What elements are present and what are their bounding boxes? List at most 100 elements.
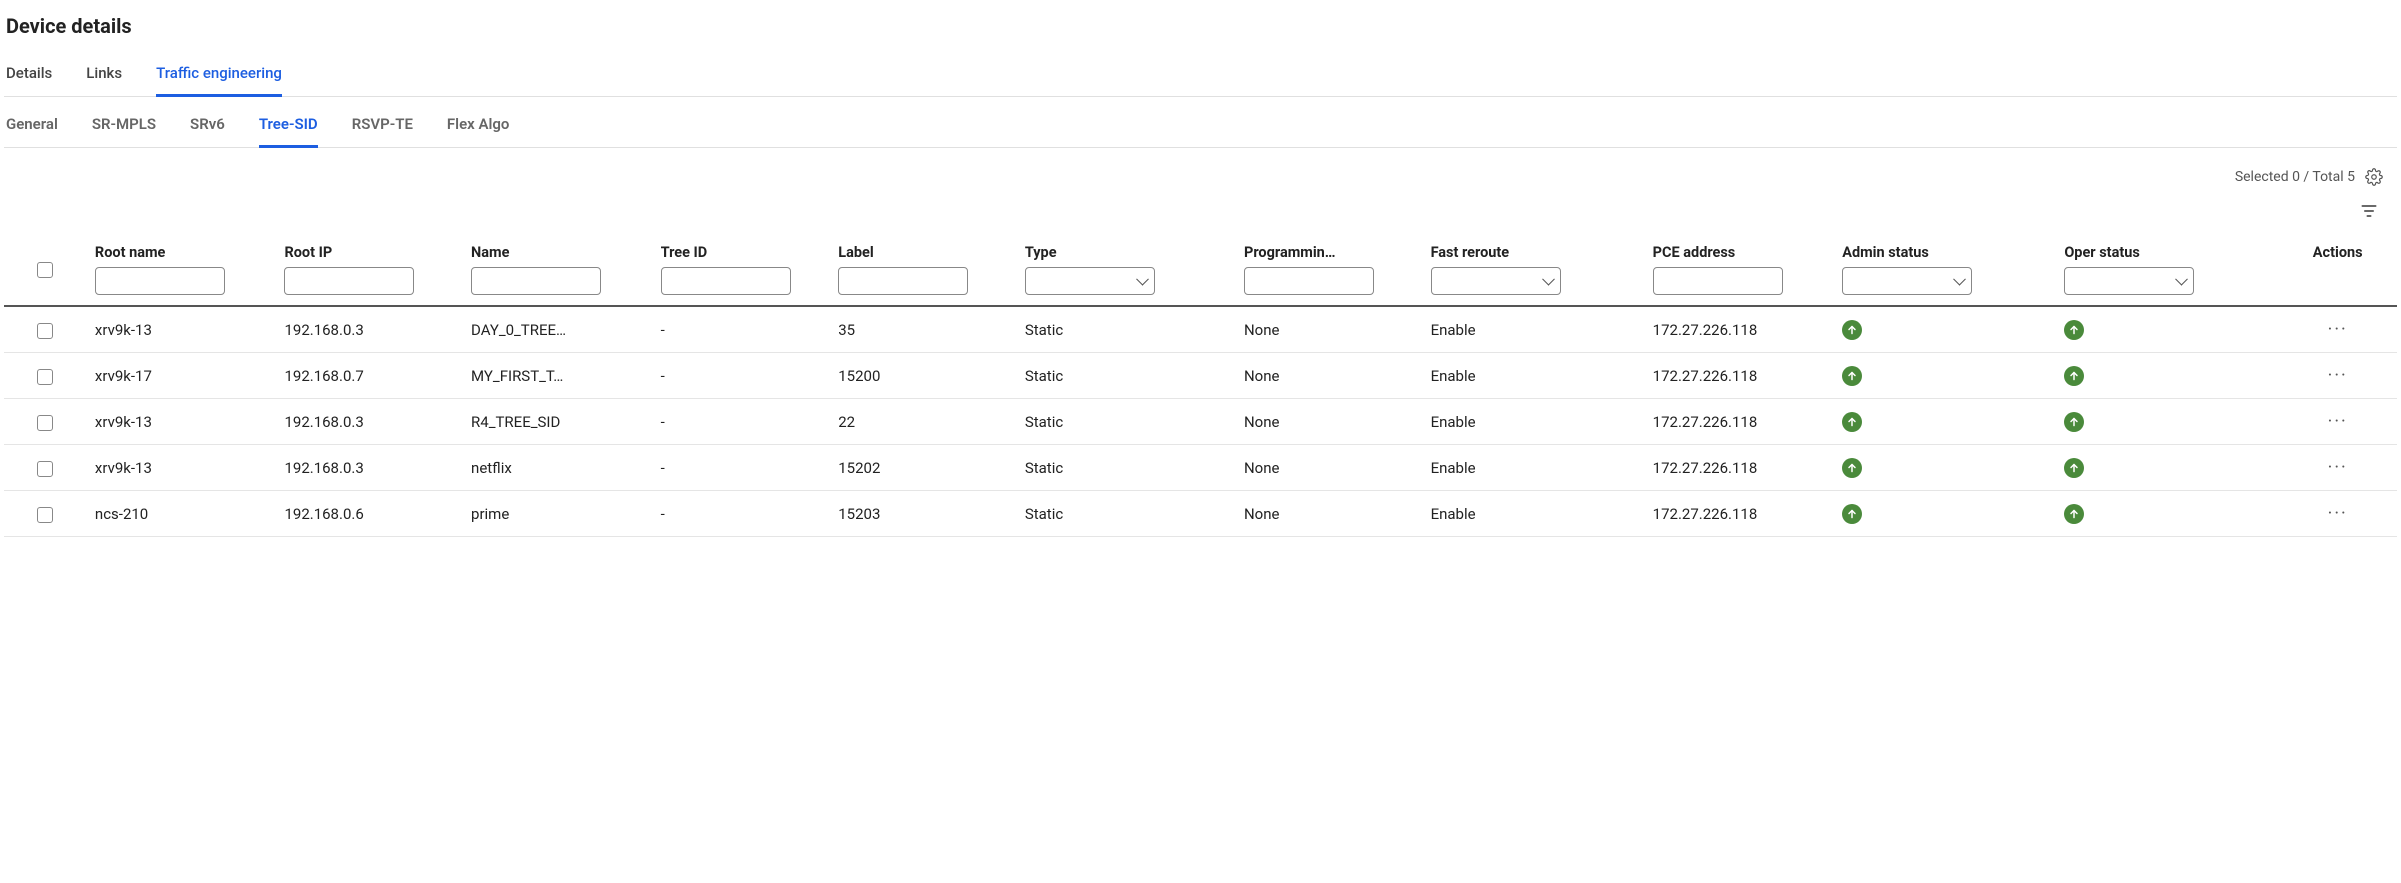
cell-root-name: ncs-210 — [87, 491, 277, 537]
subtab-rsvp-te[interactable]: RSVP-TE — [352, 103, 413, 148]
cell-label: 22 — [830, 399, 1017, 445]
subtab-flex-algo[interactable]: Flex Algo — [447, 103, 509, 148]
cell-programming: None — [1236, 306, 1423, 353]
filter-fast-reroute[interactable] — [1431, 267, 1561, 295]
row-checkbox[interactable] — [37, 461, 53, 477]
cell-pce: 172.27.226.118 — [1645, 353, 1835, 399]
cell-name: MY_FIRST_T… — [463, 353, 653, 399]
cell-tree-id: - — [653, 306, 831, 353]
status-up-icon — [2064, 320, 2084, 340]
col-type: Type — [1017, 236, 1236, 306]
filter-icon[interactable] — [2357, 199, 2381, 223]
cell-fast-reroute: Enable — [1423, 491, 1645, 537]
row-checkbox[interactable] — [37, 323, 53, 339]
row-actions-button[interactable]: ··· — [2323, 503, 2353, 524]
cell-root-name: xrv9k-17 — [87, 353, 277, 399]
cell-programming: None — [1236, 445, 1423, 491]
cell-admin-status — [1834, 306, 2056, 353]
cell-oper-status — [2056, 306, 2278, 353]
cell-tree-id: - — [653, 445, 831, 491]
cell-name: R4_TREE_SID — [463, 399, 653, 445]
cell-programming: None — [1236, 399, 1423, 445]
row-actions-button[interactable]: ··· — [2323, 365, 2353, 386]
col-root-name: Root name — [87, 236, 277, 306]
status-up-icon — [1842, 504, 1862, 524]
cell-admin-status — [1834, 445, 2056, 491]
col-actions: Actions — [2278, 236, 2397, 306]
status-up-icon — [2064, 504, 2084, 524]
status-up-icon — [2064, 458, 2084, 478]
cell-pce: 172.27.226.118 — [1645, 399, 1835, 445]
row-actions-button[interactable]: ··· — [2323, 319, 2353, 340]
table-row: xrv9k-13192.168.0.3netflix-15202StaticNo… — [4, 445, 2397, 491]
table-row: xrv9k-17192.168.0.7MY_FIRST_T…-15200Stat… — [4, 353, 2397, 399]
col-root-ip: Root IP — [276, 236, 463, 306]
gear-icon[interactable] — [2365, 168, 2383, 186]
col-tree-id: Tree ID — [653, 236, 831, 306]
cell-root-name: xrv9k-13 — [87, 445, 277, 491]
table-row: ncs-210192.168.0.6prime-15203StaticNoneE… — [4, 491, 2397, 537]
col-name: Name — [463, 236, 653, 306]
cell-fast-reroute: Enable — [1423, 399, 1645, 445]
col-oper-status-label: Oper status — [2064, 244, 2270, 261]
filter-pce-address[interactable] — [1653, 267, 1783, 295]
cell-label: 15203 — [830, 491, 1017, 537]
row-checkbox[interactable] — [37, 507, 53, 523]
subtab-sr-mpls[interactable]: SR-MPLS — [92, 103, 156, 148]
cell-oper-status — [2056, 491, 2278, 537]
col-type-label: Type — [1025, 244, 1228, 261]
subtab-tree-sid[interactable]: Tree-SID — [259, 103, 318, 148]
col-programming-label: Programmin… — [1244, 244, 1415, 261]
col-pce-address: PCE address — [1645, 236, 1835, 306]
col-label-label: Label — [838, 244, 1009, 261]
status-up-icon — [1842, 320, 1862, 340]
filter-label[interactable] — [838, 267, 968, 295]
filter-root-name[interactable] — [95, 267, 225, 295]
tab-traffic-engineering[interactable]: Traffic engineering — [156, 56, 282, 97]
col-tree-id-label: Tree ID — [661, 244, 823, 261]
cell-label: 15200 — [830, 353, 1017, 399]
row-checkbox[interactable] — [37, 415, 53, 431]
tab-links[interactable]: Links — [86, 56, 122, 97]
filter-oper-status[interactable] — [2064, 267, 2194, 295]
col-name-label: Name — [471, 244, 645, 261]
col-pce-address-label: PCE address — [1653, 244, 1827, 261]
filter-type[interactable] — [1025, 267, 1155, 295]
subtab-general[interactable]: General — [6, 103, 58, 148]
cell-fast-reroute: Enable — [1423, 445, 1645, 491]
cell-root-ip: 192.168.0.7 — [276, 353, 463, 399]
selection-summary: Selected 0 / Total 5 — [2235, 169, 2355, 185]
filter-tree-id[interactable] — [661, 267, 791, 295]
status-up-icon — [1842, 366, 1862, 386]
tab-details[interactable]: Details — [6, 56, 52, 97]
row-actions-button[interactable]: ··· — [2323, 457, 2353, 478]
select-all-checkbox[interactable] — [37, 262, 53, 278]
cell-type: Static — [1017, 399, 1236, 445]
primary-tabs: Details Links Traffic engineering — [4, 56, 2397, 97]
cell-root-ip: 192.168.0.3 — [276, 399, 463, 445]
cell-fast-reroute: Enable — [1423, 306, 1645, 353]
cell-label: 15202 — [830, 445, 1017, 491]
subtab-srv6[interactable]: SRv6 — [190, 103, 225, 148]
cell-type: Static — [1017, 445, 1236, 491]
table-row: xrv9k-13192.168.0.3R4_TREE_SID-22StaticN… — [4, 399, 2397, 445]
cell-type: Static — [1017, 306, 1236, 353]
row-actions-button[interactable]: ··· — [2323, 411, 2353, 432]
filter-programming[interactable] — [1244, 267, 1374, 295]
cell-tree-id: - — [653, 353, 831, 399]
col-oper-status: Oper status — [2056, 236, 2278, 306]
col-admin-status-label: Admin status — [1842, 244, 2048, 261]
col-root-name-label: Root name — [95, 244, 269, 261]
filter-name[interactable] — [471, 267, 601, 295]
row-checkbox[interactable] — [37, 369, 53, 385]
col-programming: Programmin… — [1236, 236, 1423, 306]
col-fast-reroute: Fast reroute — [1423, 236, 1645, 306]
page-title: Device details — [6, 14, 2397, 38]
cell-admin-status — [1834, 399, 2056, 445]
filter-root-ip[interactable] — [284, 267, 414, 295]
tree-sid-table: Root name Root IP Name Tree ID Label Typ… — [4, 236, 2397, 537]
status-up-icon — [1842, 412, 1862, 432]
cell-root-ip: 192.168.0.3 — [276, 306, 463, 353]
cell-tree-id: - — [653, 491, 831, 537]
filter-admin-status[interactable] — [1842, 267, 1972, 295]
